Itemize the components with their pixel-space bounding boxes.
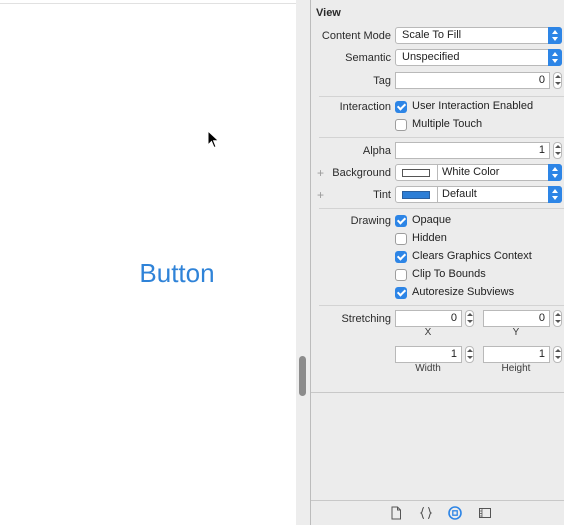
popup-arrows-icon — [548, 164, 562, 181]
autoresize-subviews-label: Autoresize Subviews — [412, 286, 515, 298]
size-ruler-icon[interactable] — [478, 506, 492, 520]
popup-arrows-icon — [548, 49, 562, 66]
alpha-field[interactable]: 1 — [395, 142, 550, 159]
stretching-height-caption: Height — [501, 363, 531, 374]
separator — [319, 96, 564, 97]
multiple-touch-label: Multiple Touch — [412, 118, 483, 130]
tint-color-swatch[interactable] — [402, 191, 430, 199]
attributes-icon[interactable] — [448, 506, 462, 520]
background-color-swatch[interactable] — [402, 169, 430, 177]
separator — [319, 305, 564, 306]
semantic-value: Unspecified — [402, 51, 460, 63]
semantic-label: Semantic — [345, 52, 391, 64]
stretching-width-caption: Width — [415, 363, 441, 374]
inspector-tab-bar — [311, 501, 564, 525]
separator — [319, 208, 564, 209]
canvas-top-edge — [0, 3, 296, 4]
separator — [319, 137, 564, 138]
attributes-inspector: View Content Mode Scale To Fill Semantic… — [311, 0, 564, 525]
stretching-y-caption: Y — [512, 327, 520, 338]
storyboard-canvas[interactable]: Button — [0, 0, 296, 525]
alpha-label: Alpha — [362, 145, 391, 157]
braces-icon[interactable] — [419, 506, 433, 520]
multiple-touch-checkbox[interactable] — [395, 119, 407, 131]
interaction-label: Interaction — [339, 101, 391, 113]
autoresize-subviews-checkbox[interactable] — [395, 287, 407, 299]
user-interaction-checkbox[interactable] — [395, 101, 407, 113]
background-popup[interactable]: White Color — [395, 164, 562, 181]
tag-label: Tag — [373, 75, 391, 87]
semantic-popup[interactable]: Unspecified — [395, 49, 562, 66]
stretching-x-stepper[interactable] — [465, 310, 474, 327]
background-label: Background — [332, 167, 391, 179]
popup-arrows-icon — [548, 27, 562, 44]
stretching-width-stepper[interactable] — [465, 346, 474, 363]
clears-graphics-context-checkbox[interactable] — [395, 251, 407, 263]
alpha-stepper[interactable] — [553, 142, 562, 159]
stretching-y-field[interactable]: 0 — [483, 310, 550, 327]
hidden-checkbox[interactable] — [395, 233, 407, 245]
tag-stepper[interactable] — [553, 72, 562, 89]
popup-arrows-icon — [548, 186, 562, 203]
section-end-separator — [311, 392, 564, 393]
stretching-y-stepper[interactable] — [553, 310, 562, 327]
stretching-height-field[interactable]: 1 — [483, 346, 550, 363]
stretching-height-stepper[interactable] — [553, 346, 562, 363]
swatch-divider — [437, 187, 438, 202]
content-mode-value: Scale To Fill — [402, 29, 462, 41]
canvas-scrollbar-thumb[interactable] — [299, 356, 306, 396]
canvas-button[interactable]: Button — [110, 256, 244, 290]
hidden-label: Hidden — [412, 232, 447, 244]
tint-value: Default — [442, 188, 477, 200]
opaque-label: Opaque — [412, 214, 452, 226]
stretching-x-caption: X — [424, 327, 432, 338]
stretching-x-field[interactable]: 0 — [395, 310, 462, 327]
opaque-checkbox[interactable] — [395, 215, 407, 227]
user-interaction-label: User Interaction Enabled — [412, 100, 534, 112]
clip-to-bounds-checkbox[interactable] — [395, 269, 407, 281]
clears-graphics-context-label: Clears Graphics Context — [412, 250, 532, 262]
tint-popup[interactable]: Default — [395, 186, 562, 203]
mouse-pointer-icon — [207, 130, 220, 149]
file-icon[interactable] — [389, 506, 403, 520]
content-mode-label: Content Mode — [321, 30, 391, 42]
swatch-divider — [437, 165, 438, 180]
background-value: White Color — [442, 166, 500, 178]
drawing-label: Drawing — [350, 215, 391, 227]
content-mode-popup[interactable]: Scale To Fill — [395, 27, 562, 44]
tint-label: Tint — [373, 189, 391, 201]
stretching-width-field[interactable]: 1 — [395, 346, 462, 363]
canvas-scrollbar-track[interactable] — [296, 0, 311, 525]
tag-field[interactable]: 0 — [395, 72, 550, 89]
stretching-label: Stretching — [341, 313, 391, 325]
clip-to-bounds-label: Clip To Bounds — [412, 268, 486, 280]
section-title: View — [316, 7, 341, 19]
